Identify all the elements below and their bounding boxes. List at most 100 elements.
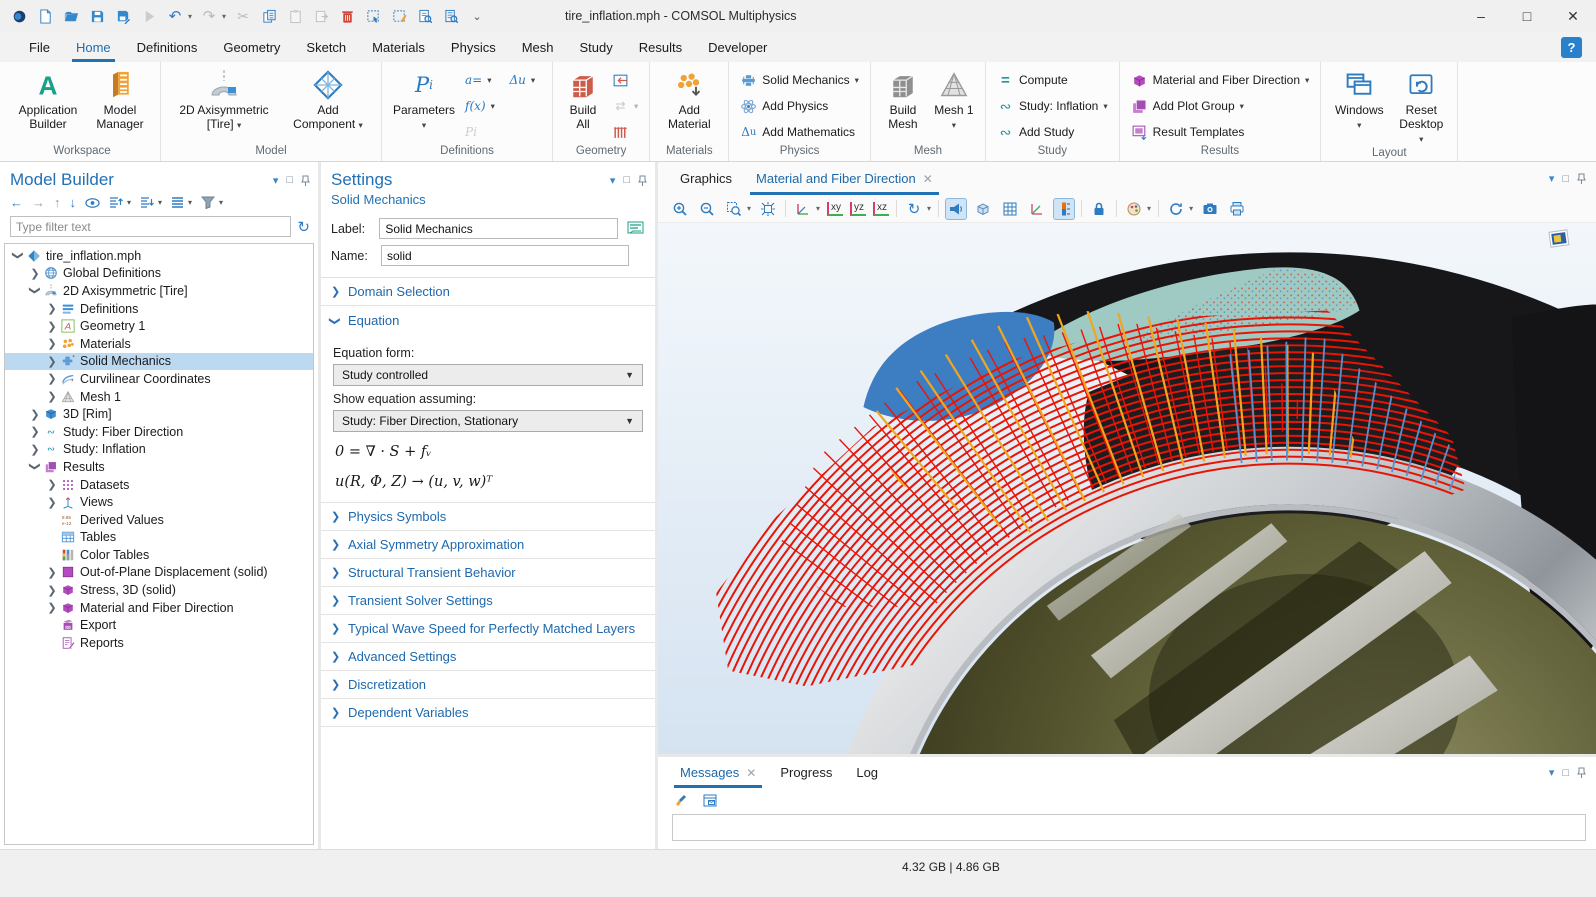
tab-material-and-fiber-direction[interactable]: Material and Fiber Direction✕ <box>746 162 943 195</box>
physics-interface-select[interactable]: Solid Mechanics▾ <box>736 68 863 92</box>
rotate-menu-caret[interactable]: ▾ <box>927 204 931 213</box>
tree-item-materials[interactable]: ❯Materials <box>5 335 313 353</box>
tree-item-export[interactable]: csvExport <box>5 616 313 634</box>
chevron-right-icon[interactable]: ❯ <box>45 320 59 333</box>
chevron-right-icon[interactable]: ❯ <box>28 408 42 421</box>
variables-button[interactable]: a=▾ <box>461 68 496 92</box>
tab-definitions[interactable]: Definitions <box>124 32 211 62</box>
cut-button[interactable]: ✂ <box>234 7 252 25</box>
chevron-right-icon[interactable]: ❯ <box>45 372 59 385</box>
study-select[interactable]: ∾ Study: Inflation▾ <box>993 94 1112 118</box>
save-as-button[interactable] <box>114 7 132 25</box>
plot-window-icon[interactable] <box>1548 229 1570 249</box>
clear-selection-button[interactable] <box>390 7 408 25</box>
section-transient-solver[interactable]: ❯Transient Solver Settings <box>321 587 655 615</box>
tree-item-views[interactable]: ❯Views <box>5 493 313 511</box>
run-button[interactable] <box>140 7 158 25</box>
equation-form-select[interactable]: Study controlled▼ <box>333 364 643 386</box>
chevron-right-icon[interactable]: ❯ <box>45 478 59 491</box>
tab-sketch[interactable]: Sketch <box>293 32 359 62</box>
tree-item-mesh-1[interactable]: ❯Mesh 1 <box>5 388 313 406</box>
zoom-out-icon[interactable] <box>697 199 717 219</box>
tree-item-out-of-plane-displacement-solid[interactable]: ❯Out-of-Plane Displacement (solid) <box>5 564 313 582</box>
tree-item-solid-mechanics[interactable]: ❯*Solid Mechanics <box>5 353 313 371</box>
color-theme-icon[interactable] <box>1124 199 1144 219</box>
chevron-right-icon[interactable]: ❯ <box>28 267 42 280</box>
tab-home[interactable]: Home <box>63 32 124 62</box>
tab-mesh[interactable]: Mesh <box>509 32 567 62</box>
parameter-case-button[interactable]: Pi <box>461 120 545 144</box>
show-equation-select[interactable]: Study: Fiber Direction, Stationary▼ <box>333 410 643 432</box>
rename-label-icon[interactable] <box>626 219 645 239</box>
show-axes-icon[interactable] <box>1027 199 1047 219</box>
add-mathematics-button[interactable]: Δu Add Mathematics <box>736 120 863 144</box>
view-menu-caret[interactable]: ▾ <box>816 204 820 213</box>
float-panel-icon[interactable]: □ <box>623 174 630 186</box>
lock-view-icon[interactable] <box>1089 199 1109 219</box>
chevron-right-icon[interactable]: ❯ <box>45 601 59 614</box>
search-apps-button[interactable] <box>442 7 460 25</box>
open-file-button[interactable] <box>62 7 80 25</box>
collapse-all-icon[interactable] <box>140 196 154 209</box>
application-builder-button[interactable]: A Application Builder <box>11 65 85 131</box>
tree-item-color-tables[interactable]: Color Tables <box>5 546 313 564</box>
panel-menu-caret[interactable]: ▾ <box>1549 766 1555 779</box>
duplicate-button[interactable] <box>312 7 330 25</box>
redo-menu-caret[interactable]: ▾ <box>222 12 226 21</box>
close-tab-icon[interactable]: ✕ <box>746 766 756 780</box>
close-button[interactable]: ✕ <box>1550 0 1596 32</box>
show-icon[interactable] <box>85 197 100 209</box>
chevron-right-icon[interactable]: ❯ <box>45 355 59 368</box>
theme-menu-caret[interactable]: ▾ <box>1147 204 1151 213</box>
tab-results[interactable]: Results <box>626 32 695 62</box>
tab-messages[interactable]: Messages✕ <box>670 757 766 788</box>
tab-materials[interactable]: Materials <box>359 32 438 62</box>
section-discretization[interactable]: ❯Discretization <box>321 671 655 699</box>
maximize-button[interactable]: □ <box>1504 0 1550 32</box>
result-templates-button[interactable]: Result Templates <box>1127 120 1314 144</box>
pin-panel-icon[interactable] <box>301 175 310 186</box>
panel-menu-caret[interactable]: ▾ <box>273 174 279 187</box>
snapshot-icon[interactable] <box>1200 199 1220 219</box>
graphics-canvas[interactable] <box>658 223 1596 754</box>
float-panel-icon[interactable]: □ <box>1562 173 1569 185</box>
tree-item-results[interactable]: ❯Results <box>5 458 313 476</box>
pin-panel-icon[interactable] <box>1577 767 1586 778</box>
chevron-down-icon[interactable]: ❯ <box>29 460 42 474</box>
axisymmetric-component-button[interactable]: 2D Axisymmetric [Tire] ▾ <box>168 65 280 132</box>
tree-item-datasets[interactable]: ❯Datasets <box>5 476 313 494</box>
tab-file[interactable]: File <box>16 32 63 62</box>
panel-menu-caret[interactable]: ▾ <box>610 174 616 187</box>
section-axial-symmetry[interactable]: ❯Axial Symmetry Approximation <box>321 531 655 559</box>
move-down-icon[interactable]: ↓ <box>70 195 77 210</box>
forward-icon[interactable]: → <box>32 195 45 210</box>
help-button[interactable]: ? <box>1561 37 1582 58</box>
model-tree-node-text-icon[interactable] <box>171 196 184 209</box>
undo-menu-caret[interactable]: ▾ <box>188 12 192 21</box>
chevron-down-icon[interactable]: ❯ <box>12 249 25 263</box>
clear-messages-icon[interactable] <box>672 791 692 811</box>
view-xz-button[interactable]: xz <box>873 202 889 216</box>
build-all-geometry-button[interactable]: Build All <box>560 65 606 131</box>
show-grid-icon[interactable] <box>1000 199 1020 219</box>
zoom-in-icon[interactable] <box>670 199 690 219</box>
collapse-menu-caret[interactable]: ▾ <box>158 198 162 207</box>
virtual-operations-button[interactable] <box>608 120 642 144</box>
add-material-button[interactable]: Add Material <box>657 65 721 131</box>
go-to-view-icon[interactable] <box>793 199 813 219</box>
scene-light-icon[interactable] <box>946 199 966 219</box>
tree-item-reports[interactable]: Reports <box>5 634 313 652</box>
float-panel-icon[interactable]: □ <box>1562 767 1569 779</box>
rotate-view-icon[interactable]: ↻ <box>904 199 924 219</box>
tree-item-curvilinear-coordinates[interactable]: ❯*Curvilinear Coordinates <box>5 370 313 388</box>
parameters-button[interactable]: Pi Parameters ▾ <box>389 65 459 132</box>
print-icon[interactable] <box>1227 199 1247 219</box>
zoom-extents-icon[interactable] <box>758 199 778 219</box>
chevron-right-icon[interactable]: ❯ <box>45 337 59 350</box>
message-log-settings-icon[interactable] <box>700 791 720 811</box>
update-menu-caret[interactable]: ▾ <box>1189 204 1193 213</box>
find-button[interactable] <box>416 7 434 25</box>
zoom-menu-caret[interactable]: ▾ <box>747 204 751 213</box>
section-structural-transient[interactable]: ❯Structural Transient Behavior <box>321 559 655 587</box>
tab-physics[interactable]: Physics <box>438 32 509 62</box>
